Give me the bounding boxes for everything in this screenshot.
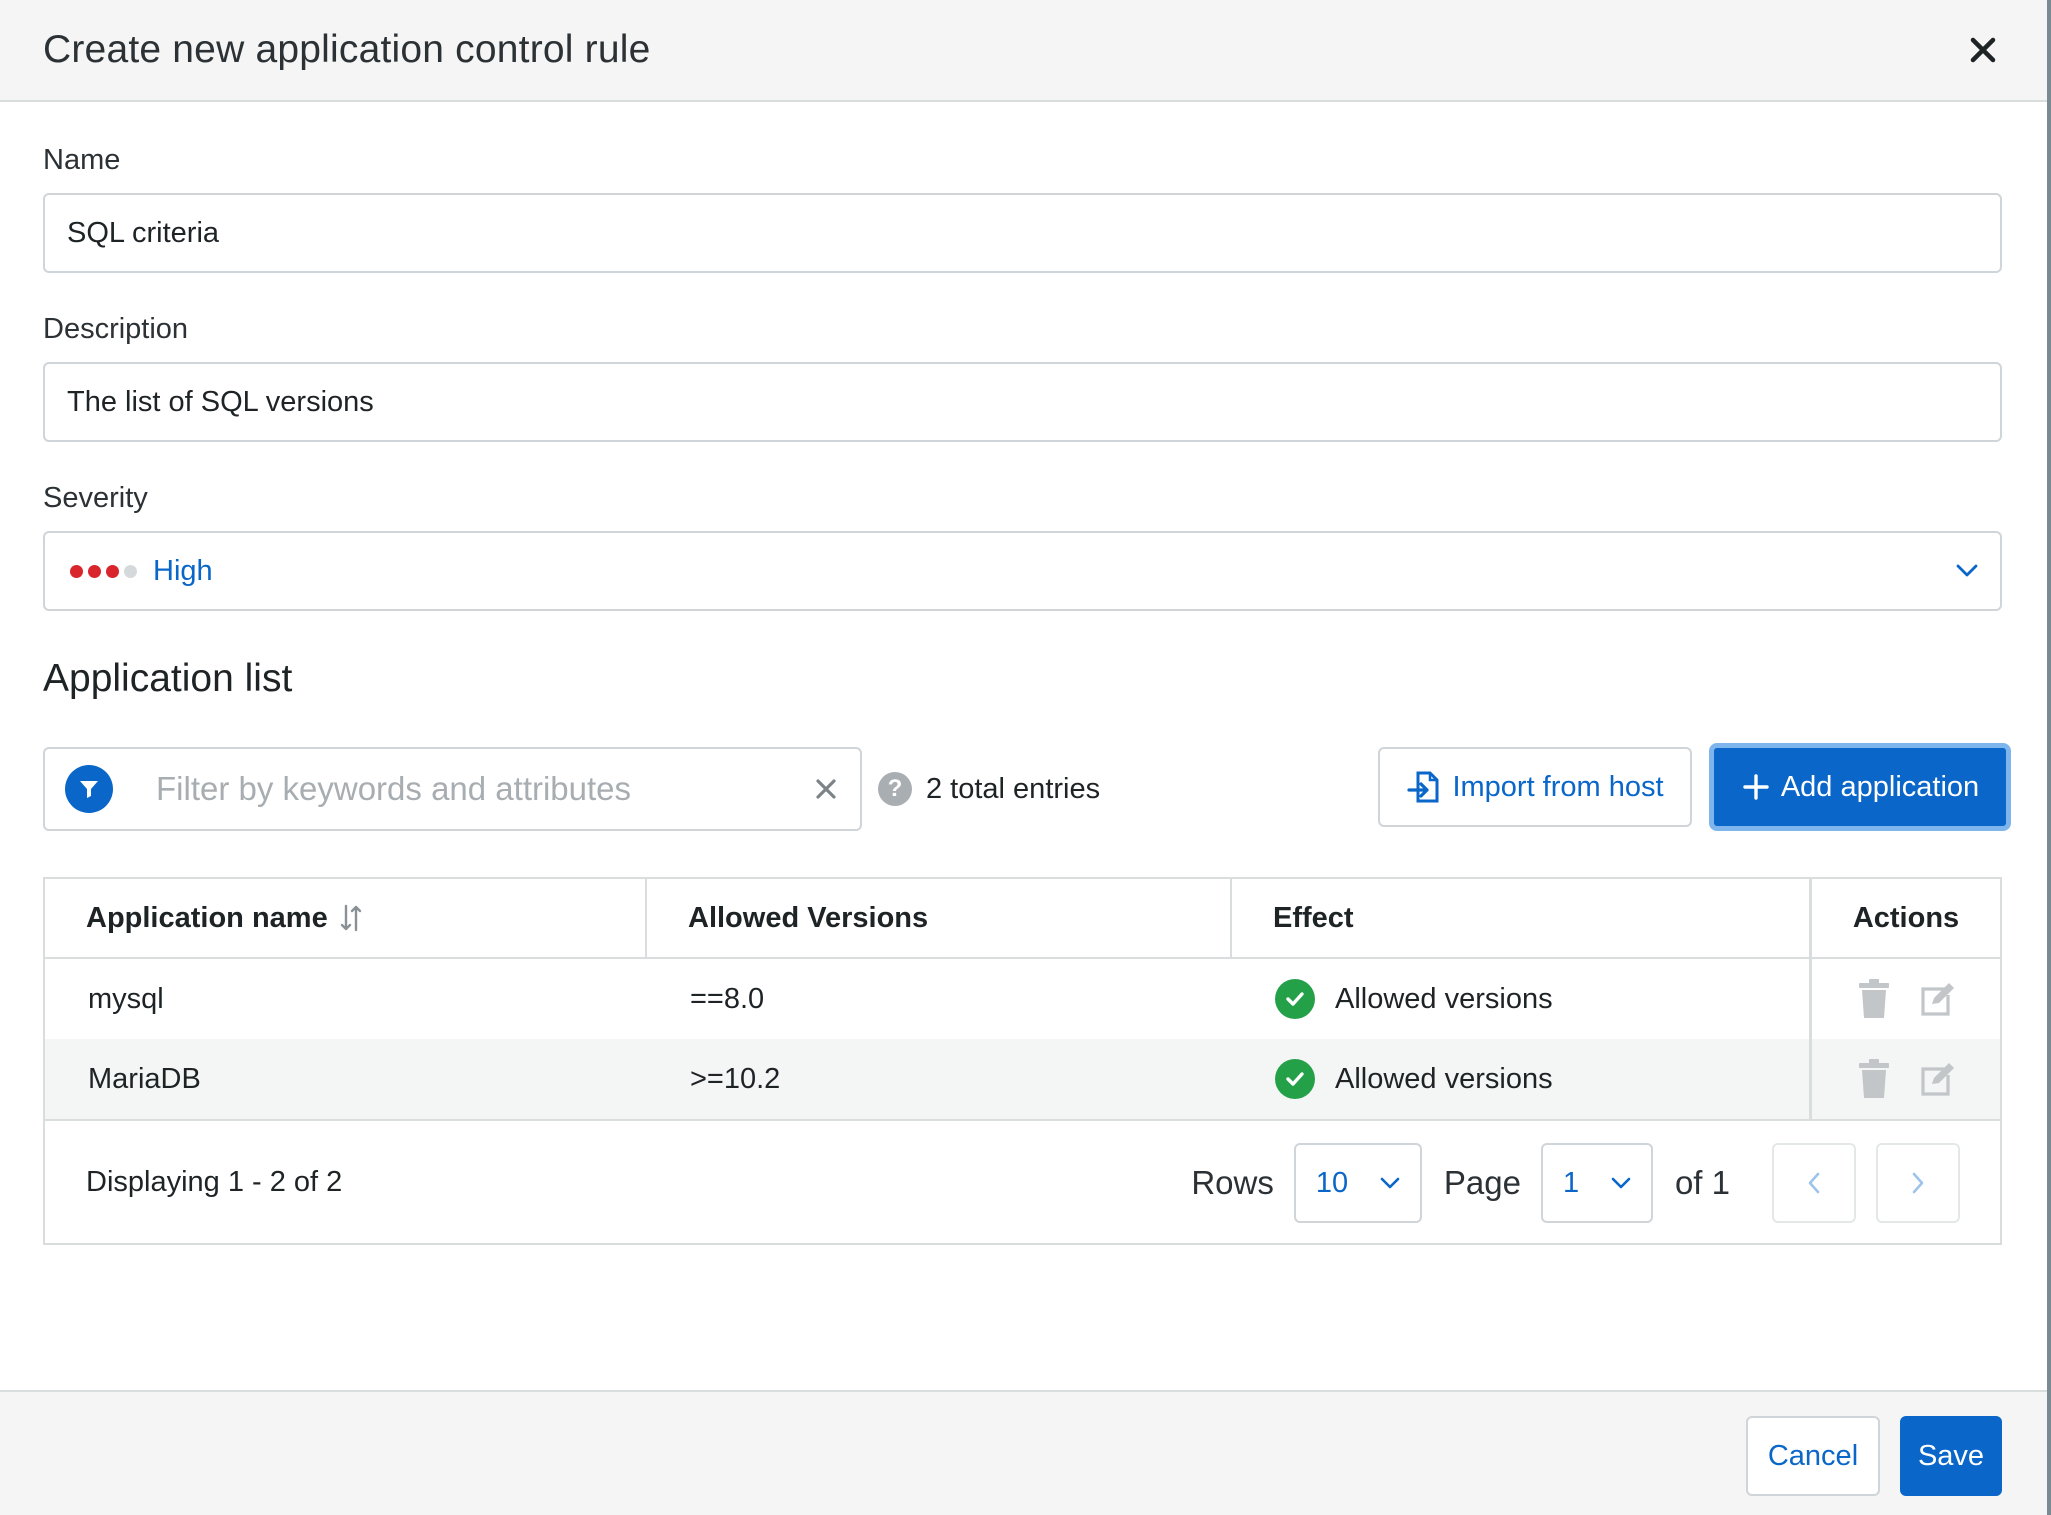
add-label: Add application (1780, 770, 1980, 803)
severity-label: Severity (43, 482, 148, 514)
table-row: mysql ==8.0 Allowed versions (45, 959, 2000, 1039)
column-actions: Actions (1852, 901, 1960, 934)
severity-dot (70, 564, 83, 578)
chevron-left-icon (1808, 1172, 1820, 1194)
filter-placeholder: Filter by keywords and attributes (156, 770, 632, 807)
column-effect: Effect (1232, 879, 1812, 957)
import-label: Import from host (1452, 770, 1664, 803)
cell-application-name: MariaDB (88, 1062, 201, 1095)
cancel-button[interactable]: Cancel (1746, 1416, 1880, 1496)
page-count: of 1 (1674, 1164, 1730, 1201)
severity-value: High (153, 554, 213, 587)
dialog-title: Create new application control rule (43, 28, 651, 71)
cell-actions (1812, 1039, 2000, 1119)
sort-icon[interactable] (340, 904, 362, 932)
severity-indicator (70, 564, 137, 578)
page-value: 1 (1562, 1166, 1580, 1199)
filter-icon[interactable] (65, 765, 113, 813)
application-table: Application name Allowed Versions Effect… (43, 877, 2002, 1245)
cell-allowed-versions: ==8.0 (690, 982, 765, 1015)
next-page-button[interactable] (1876, 1143, 1960, 1223)
severity-dot (106, 564, 119, 578)
check-circle-icon (1275, 1059, 1315, 1099)
chevron-right-icon (1912, 1172, 1924, 1194)
description-value: The list of SQL versions (67, 385, 374, 418)
import-from-host-button[interactable]: Import from host (1378, 747, 1692, 827)
description-input[interactable]: The list of SQL versions (43, 362, 2002, 442)
close-button[interactable] (1961, 28, 2005, 72)
name-value: SQL criteria (67, 216, 220, 249)
previous-page-button[interactable] (1772, 1143, 1856, 1223)
column-allowed-versions: Allowed Versions (647, 879, 1232, 957)
rows-per-page-select[interactable]: 10 (1293, 1143, 1422, 1223)
dialog-body: Name SQL criteria Description The list o… (0, 144, 2047, 1245)
table-row: MariaDB >=10.2 Allowed versions (45, 1039, 2000, 1119)
cell-actions (1812, 959, 2000, 1039)
create-rule-dialog: Create new application control rule Name… (0, 0, 2051, 1515)
close-icon (1970, 37, 1996, 63)
severity-selected: High (67, 555, 213, 588)
chevron-down-icon (1956, 564, 1978, 577)
funnel-glyph (80, 781, 98, 798)
chevron-down-icon (1611, 1177, 1631, 1189)
import-icon (1407, 771, 1439, 803)
total-entries: 2 total entries (926, 772, 1101, 805)
description-label: Description (43, 313, 189, 345)
check-circle-icon (1275, 979, 1315, 1019)
severity-select[interactable]: High (43, 531, 2002, 611)
dialog-header: Create new application control rule (0, 0, 2047, 102)
cell-application-name: mysql (88, 982, 164, 1015)
name-input[interactable]: SQL criteria (43, 193, 2002, 273)
name-label: Name (43, 144, 121, 176)
help-icon[interactable]: ? (878, 772, 912, 806)
rows-value: 10 (1315, 1166, 1349, 1199)
severity-dot (88, 564, 101, 578)
save-button[interactable]: Save (1900, 1416, 2002, 1496)
effect-label: Allowed versions (1335, 982, 1553, 1015)
dialog-footer: Cancel Save (0, 1390, 2047, 1515)
filter-input[interactable]: Filter by keywords and attributes (43, 747, 862, 831)
trash-icon[interactable] (1857, 979, 1891, 1019)
plus-icon (1743, 774, 1769, 800)
page-label: Page (1443, 1164, 1521, 1201)
application-list-title: Application list (43, 657, 293, 700)
table-header: Application name Allowed Versions Effect… (45, 879, 2000, 959)
effect-label: Allowed versions (1335, 1062, 1553, 1095)
clear-icon[interactable] (812, 775, 840, 803)
add-application-button[interactable]: Add application (1709, 743, 2011, 831)
chevron-down-icon (1380, 1177, 1400, 1189)
rows-label: Rows (1191, 1164, 1274, 1201)
page-select[interactable]: 1 (1540, 1143, 1653, 1223)
cell-effect: Allowed versions (1232, 1039, 1812, 1119)
trash-icon[interactable] (1857, 1059, 1891, 1099)
displaying-text: Displaying 1 - 2 of 2 (86, 1165, 343, 1198)
edit-icon[interactable] (1919, 1061, 1955, 1097)
cell-allowed-versions: >=10.2 (690, 1062, 781, 1095)
table-pagination: Displaying 1 - 2 of 2 Rows 10 Page 1 of … (45, 1119, 2000, 1243)
pager: Rows 10 Page 1 of 1 (1191, 1143, 1960, 1223)
severity-dot (124, 564, 137, 578)
column-label: Application name (86, 901, 328, 934)
column-application-name[interactable]: Application name (45, 879, 647, 957)
cell-effect: Allowed versions (1232, 959, 1812, 1039)
application-toolbar: Filter by keywords and attributes ? 2 to… (43, 743, 2011, 831)
edit-icon[interactable] (1919, 981, 1955, 1017)
